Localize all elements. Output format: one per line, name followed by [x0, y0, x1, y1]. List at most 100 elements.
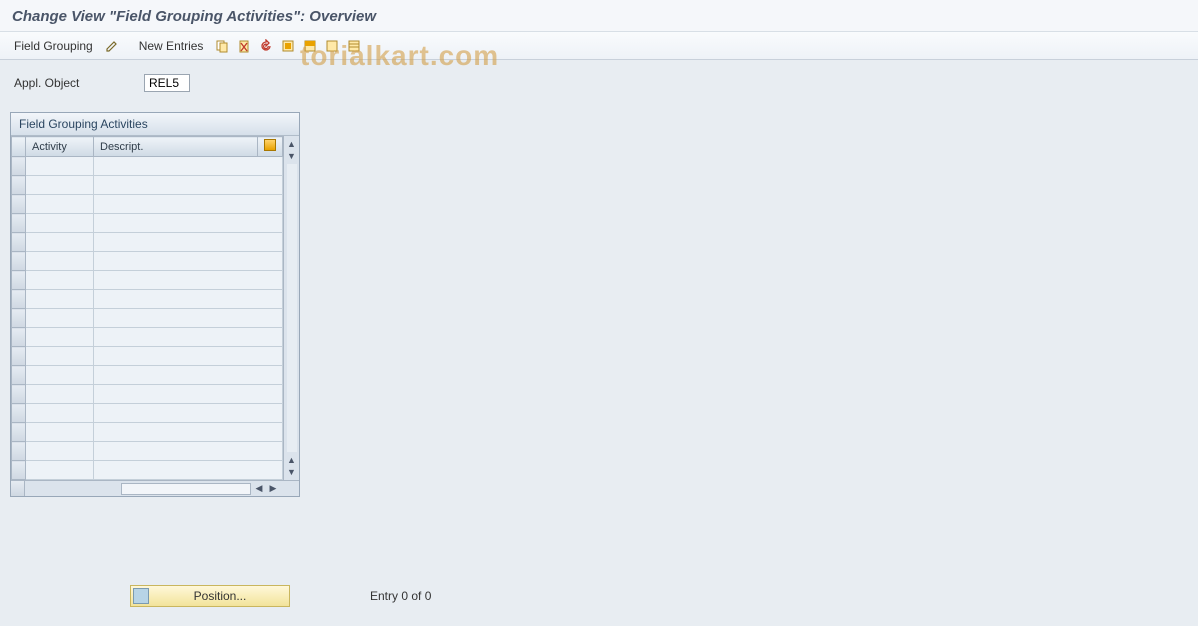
cell-activity[interactable]: [26, 233, 94, 252]
toolbar: Field Grouping New Entries: [0, 32, 1198, 60]
cell-descript[interactable]: [94, 347, 283, 366]
table-row[interactable]: [12, 252, 283, 271]
row-selector[interactable]: [12, 157, 26, 176]
cell-activity[interactable]: [26, 461, 94, 480]
row-selector-header[interactable]: [12, 137, 26, 157]
cell-descript[interactable]: [94, 423, 283, 442]
table-row[interactable]: [12, 214, 283, 233]
row-selector[interactable]: [12, 252, 26, 271]
row-selector[interactable]: [12, 461, 26, 480]
cell-descript[interactable]: [94, 195, 283, 214]
hscroll-track[interactable]: [121, 483, 251, 495]
toggle-edit-icon[interactable]: [103, 37, 121, 55]
cell-descript[interactable]: [94, 328, 283, 347]
table-row[interactable]: [12, 442, 283, 461]
cell-activity[interactable]: [26, 442, 94, 461]
select-block-icon[interactable]: [301, 37, 319, 55]
row-selector[interactable]: [12, 214, 26, 233]
scroll-down-icon[interactable]: ▼: [286, 466, 298, 478]
row-selector[interactable]: [12, 442, 26, 461]
table-row[interactable]: [12, 461, 283, 480]
cell-descript[interactable]: [94, 385, 283, 404]
cell-activity[interactable]: [26, 404, 94, 423]
delete-icon[interactable]: [235, 37, 253, 55]
table-row[interactable]: [12, 195, 283, 214]
cell-descript[interactable]: [94, 233, 283, 252]
cell-activity[interactable]: [26, 214, 94, 233]
table-row[interactable]: [12, 347, 283, 366]
row-selector[interactable]: [12, 347, 26, 366]
scroll-up-icon[interactable]: ▲: [286, 138, 298, 150]
table-row[interactable]: [12, 271, 283, 290]
select-all-icon[interactable]: [279, 37, 297, 55]
table-settings-icon[interactable]: [264, 139, 276, 151]
cell-activity[interactable]: [26, 290, 94, 309]
table-panel: Field Grouping Activities Activity Descr…: [10, 112, 300, 497]
cell-descript[interactable]: [94, 157, 283, 176]
undo-icon[interactable]: [257, 37, 275, 55]
row-selector[interactable]: [12, 328, 26, 347]
table-row[interactable]: [12, 328, 283, 347]
column-configure[interactable]: [258, 137, 283, 157]
cell-descript[interactable]: [94, 309, 283, 328]
column-descript[interactable]: Descript.: [94, 137, 258, 157]
cell-descript[interactable]: [94, 214, 283, 233]
deselect-all-icon[interactable]: [323, 37, 341, 55]
table-row[interactable]: [12, 309, 283, 328]
field-grouping-menu[interactable]: Field Grouping: [8, 37, 99, 55]
row-selector[interactable]: [12, 290, 26, 309]
cell-descript[interactable]: [94, 176, 283, 195]
scroll-left-icon[interactable]: ◀: [253, 483, 265, 495]
cell-activity[interactable]: [26, 328, 94, 347]
appl-object-input[interactable]: [144, 74, 190, 92]
appl-object-label: Appl. Object: [14, 76, 134, 90]
cell-descript[interactable]: [94, 271, 283, 290]
title-bar: Change View "Field Grouping Activities":…: [0, 0, 1198, 32]
table-row[interactable]: [12, 423, 283, 442]
position-button[interactable]: Position...: [130, 585, 290, 607]
row-selector[interactable]: [12, 404, 26, 423]
row-selector[interactable]: [12, 385, 26, 404]
cell-descript[interactable]: [94, 404, 283, 423]
cell-activity[interactable]: [26, 309, 94, 328]
cell-descript[interactable]: [94, 461, 283, 480]
cell-descript[interactable]: [94, 442, 283, 461]
cell-descript[interactable]: [94, 290, 283, 309]
configure-icon[interactable]: [345, 37, 363, 55]
table-row[interactable]: [12, 290, 283, 309]
row-selector[interactable]: [12, 176, 26, 195]
new-entries-button[interactable]: New Entries: [133, 37, 210, 55]
cell-activity[interactable]: [26, 176, 94, 195]
table-row[interactable]: [12, 404, 283, 423]
column-activity[interactable]: Activity: [26, 137, 94, 157]
cell-descript[interactable]: [94, 366, 283, 385]
row-selector[interactable]: [12, 366, 26, 385]
table-row[interactable]: [12, 366, 283, 385]
cell-descript[interactable]: [94, 252, 283, 271]
row-selector[interactable]: [12, 195, 26, 214]
cell-activity[interactable]: [26, 252, 94, 271]
row-selector[interactable]: [12, 423, 26, 442]
copy-icon[interactable]: [213, 37, 231, 55]
cell-activity[interactable]: [26, 271, 94, 290]
row-selector[interactable]: [12, 271, 26, 290]
table-row[interactable]: [12, 385, 283, 404]
page-title: Change View "Field Grouping Activities":…: [12, 8, 1186, 25]
cell-activity[interactable]: [26, 423, 94, 442]
vertical-scrollbar[interactable]: ▲ ▼ ▲ ▼: [283, 136, 299, 480]
cell-activity[interactable]: [26, 195, 94, 214]
cell-activity[interactable]: [26, 347, 94, 366]
scroll-down-small-icon[interactable]: ▼: [286, 150, 298, 162]
scroll-track[interactable]: [287, 164, 297, 452]
horizontal-scrollbar[interactable]: ◀ ▶: [11, 480, 299, 496]
table-row[interactable]: [12, 176, 283, 195]
row-selector[interactable]: [12, 233, 26, 252]
scroll-right-icon[interactable]: ▶: [267, 483, 279, 495]
cell-activity[interactable]: [26, 385, 94, 404]
cell-activity[interactable]: [26, 366, 94, 385]
scroll-up-small-icon[interactable]: ▲: [286, 454, 298, 466]
row-selector[interactable]: [12, 309, 26, 328]
table-row[interactable]: [12, 233, 283, 252]
table-row[interactable]: [12, 157, 283, 176]
cell-activity[interactable]: [26, 157, 94, 176]
